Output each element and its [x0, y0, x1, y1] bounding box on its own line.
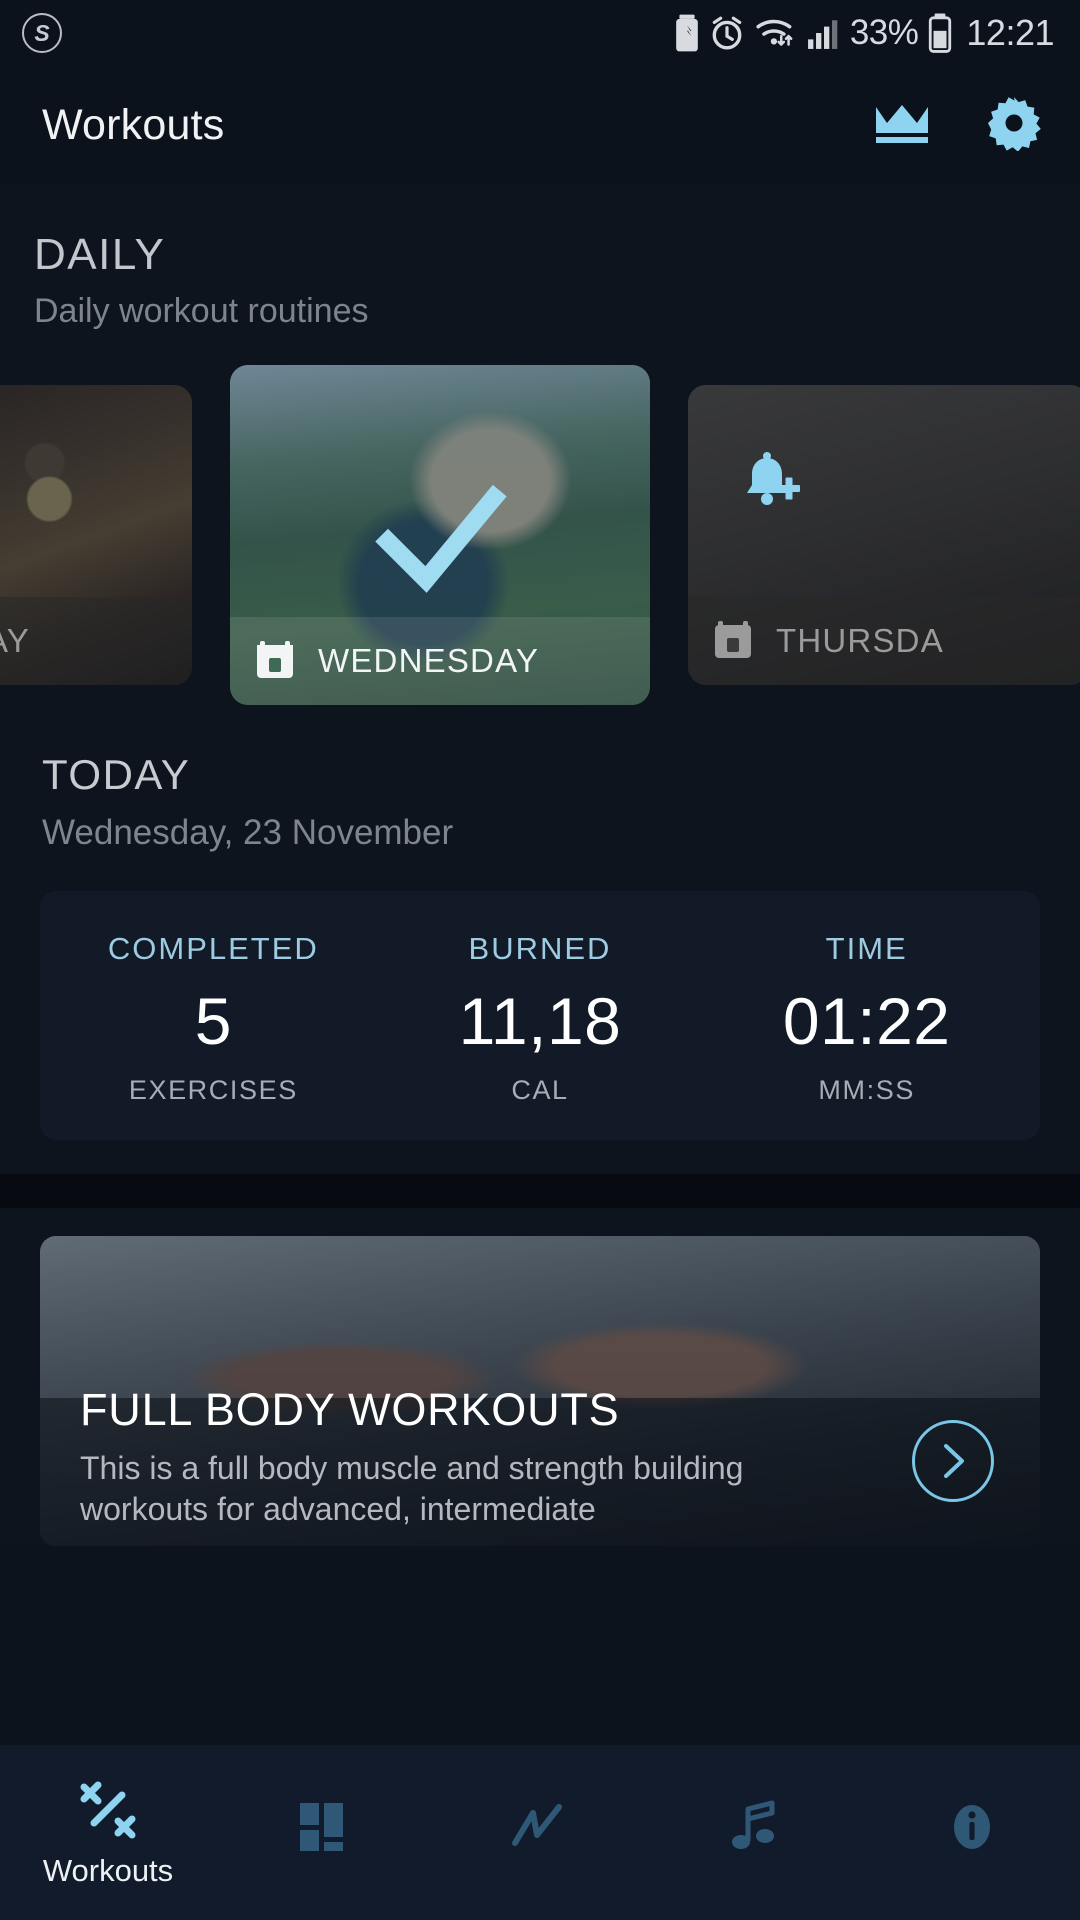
nav-item-progress[interactable]: [432, 1795, 648, 1871]
bottom-navigation: Workouts: [0, 1745, 1080, 1920]
battery-saver-icon: [674, 14, 700, 52]
calendar-icon: [254, 637, 296, 686]
day-label: THURSDA: [776, 622, 944, 659]
stat-unit: EXERCISES: [128, 1075, 298, 1105]
daily-section-header: DAILY Daily workout routines: [0, 184, 1080, 331]
stat-value: 11,18: [458, 984, 622, 1058]
status-bar-left: S: [22, 13, 62, 53]
daily-card-list: AY: [0, 365, 1080, 705]
daily-carousel[interactable]: AY: [0, 365, 1080, 705]
battery-percent-label: 33%: [849, 13, 919, 52]
crown-icon[interactable]: [872, 99, 932, 152]
calendar-icon: [712, 617, 754, 666]
card-label-strip: WEDNESDAY: [230, 617, 650, 705]
stat-time: TIME 01:22 MM:SS: [703, 931, 1030, 1106]
check-icon: [370, 478, 510, 603]
daily-title: DAILY: [34, 230, 166, 279]
stat-unit: MM:SS: [818, 1075, 915, 1105]
progress-chart-icon: [507, 1795, 573, 1859]
card-label-strip: AY: [0, 597, 192, 685]
today-date: Wednesday, 23 November: [42, 813, 454, 852]
chevron-right-icon[interactable]: [912, 1420, 994, 1502]
nav-item-workouts[interactable]: Workouts: [0, 1777, 216, 1889]
wifi-icon: [754, 15, 798, 51]
s-circle-logo-icon: S: [22, 13, 62, 53]
app-bar: Workouts: [0, 66, 1080, 184]
alarm-icon: [709, 15, 745, 51]
banner-title: FULL BODY WORKOUTS: [80, 1384, 620, 1436]
stat-label: TIME: [825, 931, 908, 966]
stat-label: COMPLETED: [107, 931, 319, 966]
nav-label: Workouts: [42, 1852, 174, 1888]
stat-unit: CAL: [511, 1075, 569, 1105]
nav-item-dashboard[interactable]: [216, 1795, 432, 1871]
banner-description: This is a full body muscle and strength …: [80, 1450, 744, 1528]
app-bar-actions: [872, 95, 1042, 156]
stat-value: 01:22: [782, 984, 951, 1058]
day-label: AY: [0, 622, 30, 659]
stat-value: 5: [194, 984, 232, 1058]
battery-icon: [927, 13, 953, 53]
nav-item-info[interactable]: [864, 1795, 1080, 1871]
signal-icon: [807, 16, 841, 50]
stat-completed: COMPLETED 5 EXERCISES: [50, 931, 377, 1106]
today-title: TODAY: [42, 751, 191, 798]
info-icon: [942, 1795, 1002, 1859]
today-section-header: TODAY Wednesday, 23 November: [0, 705, 1080, 853]
daily-card-wednesday[interactable]: WEDNESDAY: [230, 365, 650, 705]
gear-icon[interactable]: [986, 95, 1042, 156]
status-bar: S 33% 12:21: [0, 0, 1080, 66]
full-body-workouts-banner[interactable]: FULL BODY WORKOUTS This is a full body m…: [40, 1236, 1040, 1546]
clock-label: 12:21: [966, 12, 1054, 53]
daily-card-tuesday[interactable]: AY: [0, 385, 192, 685]
status-bar-right: 33% 12:21: [674, 12, 1054, 54]
bell-plus-icon[interactable]: [734, 447, 806, 524]
banner-text-block: FULL BODY WORKOUTS This is a full body m…: [80, 1384, 850, 1530]
stat-label: BURNED: [468, 931, 612, 966]
daily-subtitle: Daily workout routines: [34, 292, 369, 330]
page-title: Workouts: [42, 100, 225, 149]
grid-dashboard-icon: [294, 1795, 354, 1859]
card-label-strip: THURSDA: [688, 597, 1080, 685]
section-divider: [0, 1174, 1080, 1208]
music-note-icon: [726, 1795, 786, 1859]
nav-item-music[interactable]: [648, 1795, 864, 1871]
stat-burned: BURNED 11,18 CAL: [377, 931, 704, 1106]
main-content: DAILY Daily workout routines AY: [0, 184, 1080, 1546]
today-stats-card: COMPLETED 5 EXERCISES BURNED 11,18 CAL T…: [40, 891, 1040, 1140]
daily-card-thursday[interactable]: THURSDA: [688, 385, 1080, 685]
dumbbell-icon: [72, 1777, 144, 1841]
day-label: WEDNESDAY: [318, 642, 540, 679]
